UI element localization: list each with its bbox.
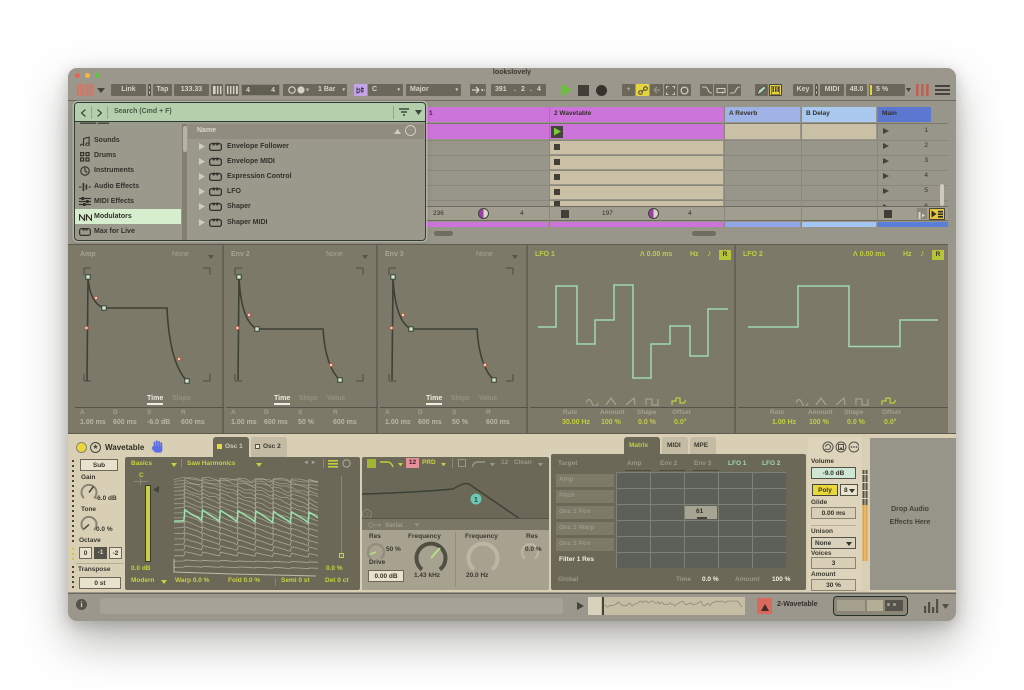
svg-text:1: 1	[474, 497, 478, 504]
